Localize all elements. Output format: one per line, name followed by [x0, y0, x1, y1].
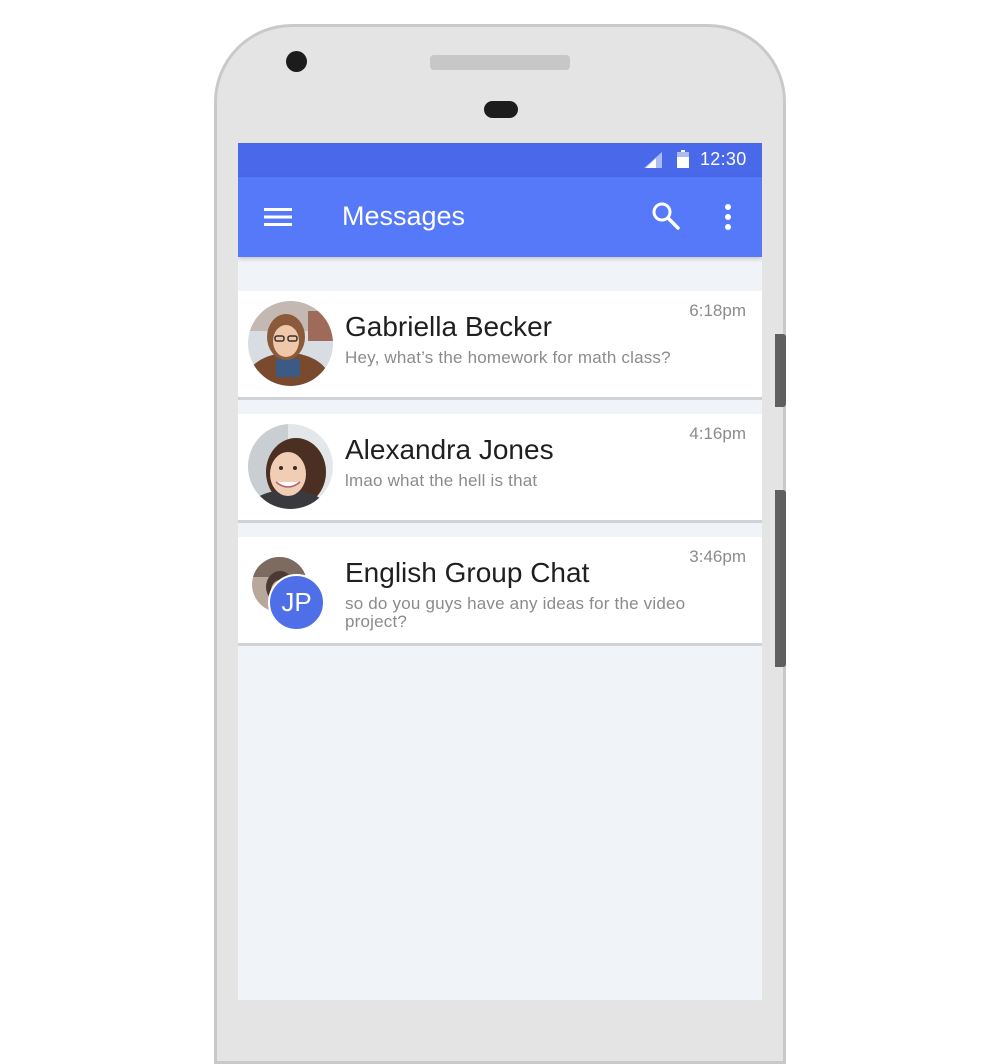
contact-name: Gabriella Becker — [345, 311, 552, 342]
conversation-item[interactable]: Alexandra Jones lmao what the hell is th… — [238, 414, 762, 523]
message-preview: so do you guys have any ideas for the vi… — [345, 594, 686, 631]
more-vert-icon[interactable] — [718, 203, 738, 231]
battery-icon — [677, 150, 689, 168]
contact-name: Alexandra Jones — [345, 434, 554, 465]
message-preview: Hey, what’s the homework for math class? — [345, 348, 671, 367]
signal-icon — [644, 152, 662, 168]
app-bar: Messages — [238, 177, 762, 257]
volume-button — [775, 490, 786, 667]
status-bar: 12:30 — [238, 143, 762, 177]
page-title: Messages — [342, 201, 466, 231]
group-initials-avatar: JP — [268, 574, 325, 631]
menu-icon[interactable] — [264, 206, 292, 228]
message-time: 6:18pm — [689, 301, 746, 320]
message-time: 4:16pm — [689, 424, 746, 443]
proximity-sensor — [484, 101, 518, 118]
contact-name: English Group Chat — [345, 557, 590, 588]
earpiece-speaker — [430, 55, 570, 70]
front-camera — [286, 51, 307, 72]
message-time: 3:46pm — [689, 547, 746, 566]
avatar — [248, 424, 333, 509]
screen: 12:30 Messages Gabriella Becker Hey, wha… — [238, 143, 762, 1000]
conversation-item[interactable]: Gabriella Becker Hey, what’s the homewor… — [238, 291, 762, 400]
conversation-item[interactable]: JP English Group Chat so do you guys hav… — [238, 537, 762, 646]
message-preview: lmao what the hell is that — [345, 471, 538, 490]
avatar — [248, 301, 333, 386]
status-time: 12:30 — [700, 149, 747, 169]
search-icon[interactable] — [651, 201, 681, 231]
power-button — [775, 334, 786, 407]
